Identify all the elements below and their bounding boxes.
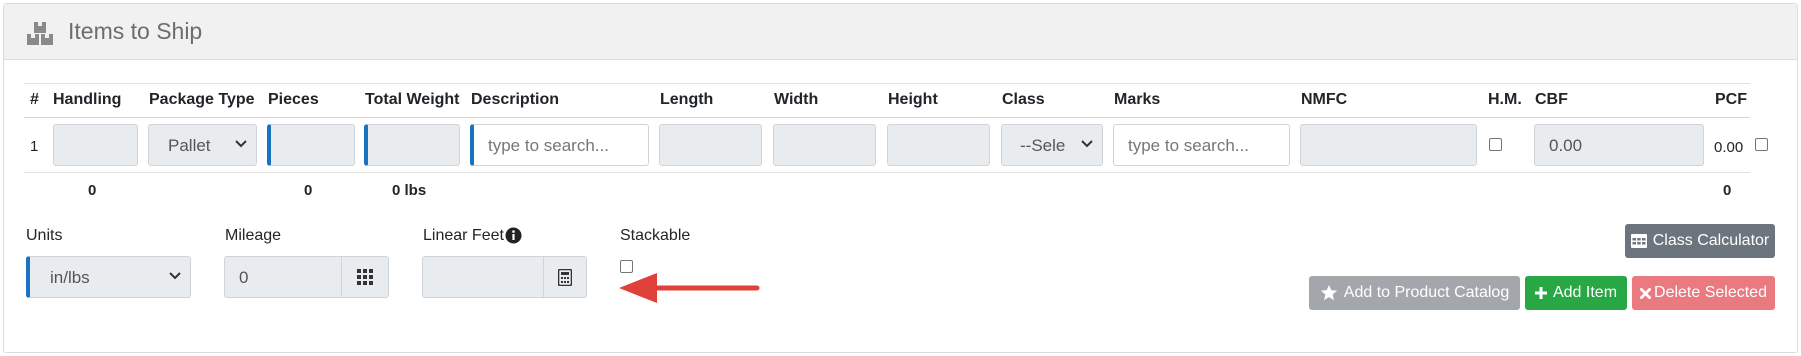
info-icon[interactable] xyxy=(505,227,522,244)
table-top-border xyxy=(24,83,1750,84)
chevron-down-icon xyxy=(1081,140,1093,148)
handling-input[interactable] xyxy=(53,124,138,166)
units-label: Units xyxy=(26,227,63,244)
mileage-label: Mileage xyxy=(225,227,282,244)
height-input[interactable] xyxy=(887,124,990,166)
total-handling: 0 xyxy=(88,182,97,199)
panel-header: Items to Ship xyxy=(4,4,1797,60)
cbf-value: 0.00 xyxy=(1549,136,1583,155)
pcf-value: 0.00 xyxy=(1714,139,1744,156)
col-header-pcf: PCF xyxy=(1715,91,1747,108)
linear-feet-input[interactable] xyxy=(422,256,544,298)
col-header-width: Width xyxy=(774,91,819,108)
col-header-total-weight: Total Weight xyxy=(365,91,460,108)
class-select[interactable]: --Sele xyxy=(1001,124,1103,166)
annotation-arrow-icon xyxy=(619,273,760,303)
col-header-length: Length xyxy=(660,91,714,108)
pieces-input[interactable] xyxy=(267,124,355,166)
col-header-cbf: CBF xyxy=(1535,91,1568,108)
add-to-product-catalog-button[interactable]: Add to Product Catalog xyxy=(1309,276,1520,310)
cbf-input[interactable]: 0.00 xyxy=(1534,124,1704,166)
marks-input[interactable]: type to search... xyxy=(1113,124,1290,166)
col-header-handling: Handling xyxy=(53,91,122,108)
description-input[interactable]: type to search... xyxy=(470,124,649,166)
star-icon xyxy=(1320,284,1337,301)
package-type-value: Pallet xyxy=(168,136,211,155)
col-header-number: # xyxy=(30,91,39,108)
row-select-checkbox[interactable] xyxy=(1755,138,1768,151)
chevron-down-icon xyxy=(169,272,181,280)
stackable-label: Stackable xyxy=(620,227,691,244)
boxes-icon xyxy=(27,22,53,45)
package-type-select[interactable]: Pallet xyxy=(148,124,257,166)
mileage-grid-button[interactable] xyxy=(341,256,389,298)
total-weight: 0 lbs xyxy=(392,182,427,199)
col-header-class: Class xyxy=(1002,91,1045,108)
mileage-input[interactable]: 0 xyxy=(224,256,342,298)
col-header-height: Height xyxy=(888,91,938,108)
add-to-product-catalog-label: Add to Product Catalog xyxy=(1343,284,1510,301)
linear-feet-label: Linear Feet xyxy=(423,227,504,244)
table-icon xyxy=(1630,234,1647,248)
linear-feet-calculator-button[interactable] xyxy=(543,256,587,298)
mileage-value: 0 xyxy=(239,268,249,287)
col-header-marks: Marks xyxy=(1114,91,1161,108)
total-weight-input[interactable] xyxy=(364,124,460,166)
panel-title: Items to Ship xyxy=(68,18,203,44)
total-pieces: 0 xyxy=(304,182,313,199)
marks-placeholder: type to search... xyxy=(1128,136,1249,155)
table-row-border xyxy=(24,172,1750,173)
col-header-nmfc: NMFC xyxy=(1301,91,1348,108)
class-calculator-label: Class Calculator xyxy=(1652,232,1770,249)
close-icon xyxy=(1640,287,1652,299)
units-select[interactable]: in/lbs xyxy=(26,256,191,298)
length-input[interactable] xyxy=(659,124,762,166)
grid-icon xyxy=(357,269,373,285)
col-header-hm: H.M. xyxy=(1488,91,1522,108)
chevron-down-icon xyxy=(235,140,247,148)
units-value: in/lbs xyxy=(50,268,90,287)
description-placeholder: type to search... xyxy=(488,136,609,155)
col-header-package-type: Package Type xyxy=(149,91,255,108)
class-value: --Sele xyxy=(1020,136,1066,155)
add-item-button[interactable]: Add Item xyxy=(1525,276,1627,310)
table-header-border xyxy=(24,117,1750,118)
width-input[interactable] xyxy=(773,124,876,166)
delete-selected-button[interactable]: Delete Selected xyxy=(1632,276,1775,310)
class-calculator-button[interactable]: Class Calculator xyxy=(1625,224,1775,258)
delete-selected-label: Delete Selected xyxy=(1654,284,1767,301)
plus-icon xyxy=(1534,287,1547,299)
nmfc-input[interactable] xyxy=(1300,124,1477,166)
row-number: 1 xyxy=(30,138,39,155)
col-header-description: Description xyxy=(471,91,560,108)
hazmat-checkbox[interactable] xyxy=(1489,138,1502,151)
add-item-label: Add Item xyxy=(1552,284,1618,301)
total-pcf: 0 xyxy=(1723,182,1732,199)
col-header-pieces: Pieces xyxy=(268,91,319,108)
calculator-icon xyxy=(558,269,572,286)
